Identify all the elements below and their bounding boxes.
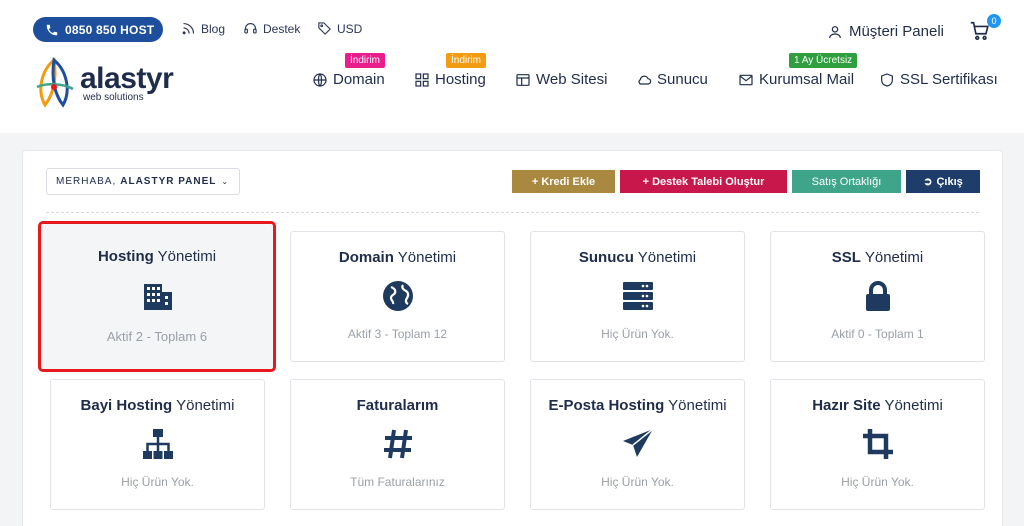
logo-name: alastyr xyxy=(80,61,174,95)
nav-ssl[interactable]: SSL Sertifikası xyxy=(879,71,998,88)
nav-corporate-mail[interactable]: Kurumsal Mail xyxy=(738,71,854,88)
blog-label: Blog xyxy=(201,21,226,36)
crop-icon xyxy=(861,427,895,461)
rss-icon xyxy=(182,22,195,35)
phone-icon xyxy=(46,24,58,35)
hosting-discount-badge: İndirim xyxy=(446,53,487,68)
support-ticket-button[interactable]: + Destek Talebi Oluştur xyxy=(620,170,787,193)
divider xyxy=(46,212,979,213)
hashtag-icon xyxy=(381,427,415,461)
greeting-dropdown[interactable]: MERHABA, ALASTYR PANEL ⌄ xyxy=(46,168,240,195)
layout-icon xyxy=(516,73,530,86)
card-server[interactable]: Sunucu Yönetimi Hiç Ürün Yok. xyxy=(530,231,745,362)
building-icon xyxy=(140,278,174,312)
logout-label: Çıkış xyxy=(936,175,963,188)
card-ssl[interactable]: SSL Yönetimi Aktif 0 - Toplam 1 xyxy=(770,231,985,362)
customer-panel-label: Müşteri Paneli xyxy=(848,23,944,40)
logo[interactable]: alastyr web solutions xyxy=(31,57,174,109)
card-email-hosting[interactable]: E-Posta Hosting Yönetimi Hiç Ürün Yok. xyxy=(530,379,745,510)
card-reseller-hosting[interactable]: Bayi Hosting Yönetimi Hiç Ürün Yok. xyxy=(50,379,265,510)
nav-mail-label: Kurumsal Mail xyxy=(759,71,855,88)
card-hosting[interactable]: Hosting Yönetimi Aktif 2 - Toplam 6 xyxy=(40,223,274,370)
headset-icon xyxy=(244,23,257,34)
lock-icon xyxy=(861,279,895,313)
blog-link[interactable]: Blog xyxy=(181,21,225,36)
card-subtitle: Hiç Ürün Yok. xyxy=(601,475,674,489)
card-title: Bayi Hosting Yönetimi xyxy=(80,397,235,414)
card-subtitle: Hiç Ürün Yok. xyxy=(841,475,914,489)
nav-domain[interactable]: Domain xyxy=(312,71,385,88)
card-title: Faturalarım xyxy=(356,397,439,414)
currency-label: USD xyxy=(337,21,363,36)
globe-icon xyxy=(313,72,327,87)
card-title: Hosting Yönetimi xyxy=(97,248,217,265)
support-label: Destek xyxy=(263,21,301,36)
nav-hosting[interactable]: Hosting xyxy=(414,71,486,88)
card-title: Domain Yönetimi xyxy=(338,249,457,266)
sitemap-icon xyxy=(141,427,175,461)
support-link[interactable]: Destek xyxy=(243,21,300,36)
server-icon xyxy=(621,279,655,313)
phone-number: 0850 850 HOST xyxy=(65,22,155,37)
user-icon xyxy=(829,25,841,38)
customer-panel-link[interactable]: Müşteri Paneli xyxy=(827,23,944,40)
client-panel: MERHABA, ALASTYR PANEL ⌄ + Kredi Ekle + … xyxy=(22,150,1003,526)
domain-discount-badge: İndirim xyxy=(345,53,386,68)
nav-hosting-label: Hosting xyxy=(435,71,486,88)
card-subtitle: Aktif 0 - Toplam 1 xyxy=(831,327,924,341)
mail-free-badge: 1 Ay Ücretsiz xyxy=(789,53,858,68)
chevron-down-icon: ⌄ xyxy=(221,177,230,186)
card-subtitle: Aktif 2 - Toplam 6 xyxy=(106,329,208,344)
card-subtitle: Tüm Faturalarınız xyxy=(350,475,445,489)
nav-server-label: Sunucu xyxy=(657,71,708,88)
card-subtitle: Hiç Ürün Yok. xyxy=(121,475,194,489)
card-title: Sunucu Yönetimi xyxy=(578,249,697,266)
cart-button[interactable]: 0 xyxy=(969,14,1001,44)
site-header: 0850 850 HOST Blog Destek USD Müşteri Pa… xyxy=(0,0,1024,133)
mail-icon xyxy=(739,74,753,85)
phone-button[interactable]: 0850 850 HOST xyxy=(33,17,163,42)
grid-icon xyxy=(415,72,429,87)
cloud-icon xyxy=(638,75,652,85)
greeting-prefix: MERHABA, xyxy=(56,176,117,187)
logo-mark-icon xyxy=(36,57,74,108)
card-title: SSL Yönetimi xyxy=(831,249,924,266)
card-title: Hazır Site Yönetimi xyxy=(812,397,943,414)
card-domain[interactable]: Domain Yönetimi Aktif 3 - Toplam 12 xyxy=(290,231,505,362)
add-credit-button[interactable]: + Kredi Ekle xyxy=(512,170,615,193)
card-invoices[interactable]: Faturalarım Tüm Faturalarınız xyxy=(290,379,505,510)
nav-domain-label: Domain xyxy=(333,71,385,88)
currency-link[interactable]: USD xyxy=(317,21,362,36)
globe-icon xyxy=(381,279,415,313)
card-subtitle: Hiç Ürün Yok. xyxy=(601,327,674,341)
logo-text: alastyr web solutions xyxy=(80,61,174,103)
greeting-name: ALASTYR PANEL xyxy=(120,176,217,187)
nav-website[interactable]: Web Sitesi xyxy=(515,71,607,88)
paper-plane-icon xyxy=(621,427,655,461)
card-subtitle: Aktif 3 - Toplam 12 xyxy=(347,327,448,341)
affiliate-button[interactable]: Satış Ortaklığı xyxy=(792,170,901,193)
nav-server[interactable]: Sunucu xyxy=(636,71,708,88)
cart-count-badge: 0 xyxy=(987,14,1001,28)
card-ready-site[interactable]: Hazır Site Yönetimi Hiç Ürün Yok. xyxy=(770,379,985,510)
nav-website-label: Web Sitesi xyxy=(536,71,608,88)
card-title: E-Posta Hosting Yönetimi xyxy=(548,397,727,414)
logout-button[interactable]: ➲ Çıkış xyxy=(906,170,980,193)
nav-ssl-label: SSL Sertifikası xyxy=(900,71,998,88)
tag-icon xyxy=(318,22,331,35)
shield-icon xyxy=(881,72,893,87)
logout-icon: ➲ xyxy=(923,176,933,188)
